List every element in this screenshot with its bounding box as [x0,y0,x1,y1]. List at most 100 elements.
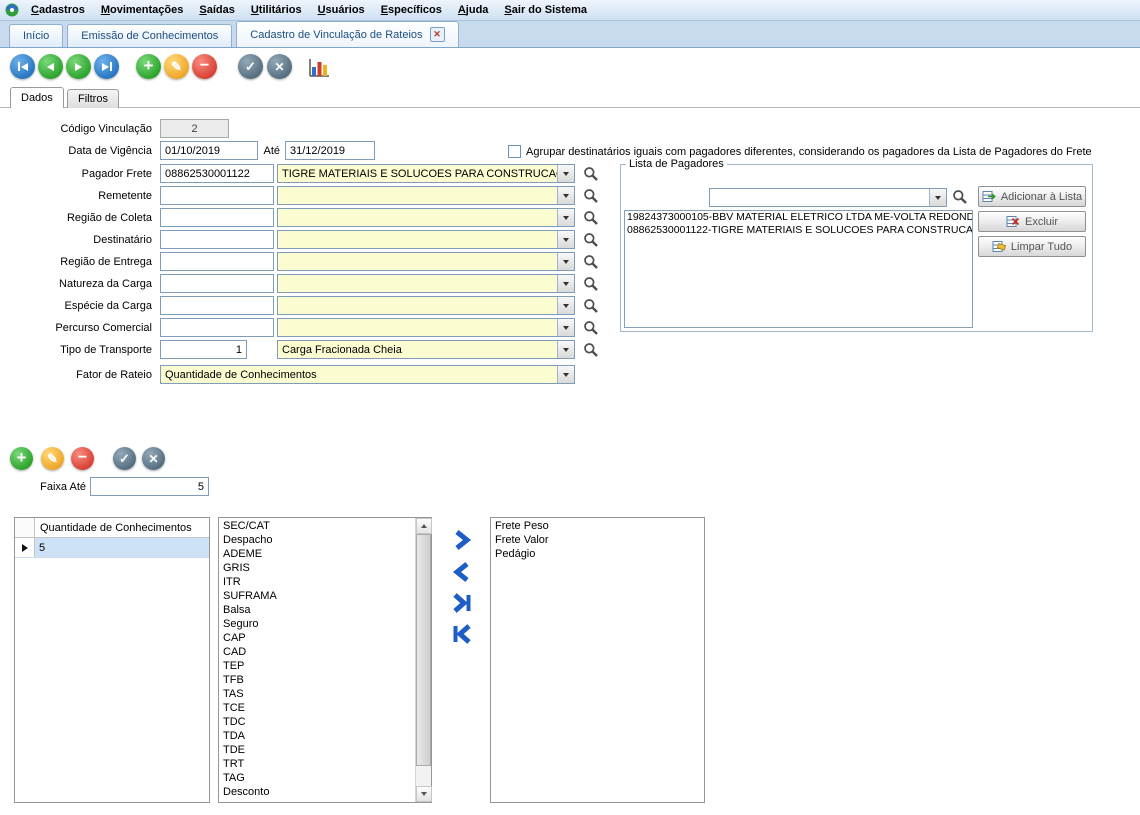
move-left-button[interactable] [449,559,475,584]
data-vigencia-to-field[interactable]: 31/12/2019 [285,141,375,160]
tab-inicio[interactable]: Início [9,24,63,47]
dropdown-button[interactable] [929,189,946,206]
chart-button[interactable] [306,53,332,80]
list-item[interactable]: TDE [220,743,414,757]
adicionar-a-lista-button[interactable]: Adicionar à Lista [978,186,1086,207]
tab-emissao-de-conhecimentos[interactable]: Emissão de Conhecimentos [67,24,232,47]
list-item[interactable]: Balsa [220,603,414,617]
dropdown-button[interactable] [557,231,574,248]
tab-dados[interactable]: Dados [10,87,64,108]
list-item[interactable]: Pedágio [492,547,703,561]
list-item[interactable]: ITR [220,575,414,589]
move-all-left-button[interactable] [449,621,475,646]
search-icon[interactable] [583,254,599,270]
menu-item-especificos[interactable]: Específicos [373,2,450,19]
menu-item-cadastros[interactable]: Cadastros [23,2,93,19]
limpar-tudo-button[interactable]: Limpar Tudo [978,236,1086,257]
grid-header-cell[interactable]: Quantidade de Conhecimentos [35,518,209,537]
field-pagador-frete-combo[interactable]: TIGRE MATERIAIS E SOLUCOES PARA CONSTRUC… [277,164,575,183]
menu-item-ajuda[interactable]: Ajuda [450,2,497,19]
search-icon[interactable] [583,298,599,314]
tab-cadastro-de-vinculacao-de-rateios[interactable]: Cadastro de Vinculação de Rateios✕ [236,21,458,47]
next-record-button[interactable] [66,54,91,79]
dropdown-button[interactable] [557,366,574,383]
list-item[interactable]: Despacho [220,533,414,547]
insert-button[interactable]: + [136,54,161,79]
field-percurso-comercial-code[interactable] [160,318,274,337]
scroll-down-button[interactable] [416,786,432,802]
field-pagador-frete-code[interactable]: 08862530001122 [160,164,274,183]
field-especie-da-carga-code[interactable] [160,296,274,315]
dropdown-button[interactable] [557,253,574,270]
menu-item-usuarios[interactable]: Usuários [310,2,373,19]
list-item[interactable]: TDA [220,729,414,743]
search-icon[interactable] [583,320,599,336]
pagadores-list-item[interactable]: 08862530001122-TIGRE MATERIAIS E SOLUCOE… [625,224,972,237]
grid-row[interactable]: 5 [15,538,209,558]
close-icon[interactable]: ✕ [430,27,445,42]
field-regiao-de-entrega-code[interactable] [160,252,274,271]
menu-item-sair-do-sistema[interactable]: Sair do Sistema [496,2,595,19]
edit-button[interactable]: ✎ [164,54,189,79]
list-item[interactable]: Frete Peso [492,519,703,533]
list-item[interactable]: TAG [220,771,414,785]
scrollbar[interactable] [415,518,431,802]
list-item[interactable]: GRIS [220,561,414,575]
dropdown-button[interactable] [557,187,574,204]
field-regiao-de-entrega-combo[interactable] [277,252,575,271]
field-destinatario-combo[interactable] [277,230,575,249]
grid-cell[interactable]: 5 [35,538,209,557]
search-icon[interactable] [583,188,599,204]
move-all-right-button[interactable] [449,590,475,615]
confirm-button[interactable]: ✓ [238,54,263,79]
search-icon[interactable] [583,210,599,226]
fator-rateio-combo[interactable]: Quantidade de Conhecimentos [160,365,575,384]
search-icon[interactable] [583,342,599,358]
list-item[interactable]: ADEME [220,547,414,561]
list-item[interactable]: SUFRAMA [220,589,414,603]
dropdown-button[interactable] [557,275,574,292]
dropdown-button[interactable] [557,165,574,182]
list-item[interactable]: SEC/CAT [220,519,414,533]
pagadores-list-item[interactable]: 19824373000105-BBV MATERIAL ELETRICO LTD… [625,211,972,224]
detail-edit-button[interactable]: ✎ [41,447,64,470]
pagador-select-combo[interactable] [709,188,947,207]
field-percurso-comercial-combo[interactable] [277,318,575,337]
field-destinatario-code[interactable] [160,230,274,249]
field-natureza-da-carga-code[interactable] [160,274,274,293]
faixa-ate-field[interactable]: 5 [90,477,209,496]
field-especie-da-carga-combo[interactable] [277,296,575,315]
menu-item-utilitarios[interactable]: Utilitários [243,2,310,19]
dropdown-button[interactable] [557,319,574,336]
search-icon[interactable] [583,232,599,248]
detail-confirm-button[interactable]: ✓ [113,447,136,470]
field-tipo-de-transporte-code[interactable]: 1 [160,340,247,359]
dropdown-button[interactable] [557,297,574,314]
list-item[interactable]: TEP [220,659,414,673]
first-record-button[interactable] [10,54,35,79]
detail-cancel-button[interactable]: ✕ [142,447,165,470]
list-item[interactable]: CAP [220,631,414,645]
prior-record-button[interactable] [38,54,63,79]
list-item[interactable]: TRT [220,757,414,771]
dropdown-button[interactable] [557,341,574,358]
list-item[interactable]: TFB [220,673,414,687]
field-remetente-code[interactable] [160,186,274,205]
field-regiao-de-coleta-code[interactable] [160,208,274,227]
search-icon[interactable] [583,276,599,292]
search-icon[interactable] [952,189,968,205]
tab-filtros[interactable]: Filtros [67,89,119,108]
list-item[interactable]: CAD [220,645,414,659]
list-item[interactable]: Outros [220,799,414,801]
menu-item-saidas[interactable]: Saídas [191,2,242,19]
field-regiao-de-coleta-combo[interactable] [277,208,575,227]
excluir-button[interactable]: Excluir [978,211,1086,232]
field-remetente-combo[interactable] [277,186,575,205]
agrupar-checkbox[interactable] [508,145,521,158]
menu-item-movimentacoes[interactable]: Movimentações [93,2,192,19]
list-item[interactable]: TDC [220,715,414,729]
move-right-button[interactable] [449,527,475,552]
scrollbar-thumb[interactable] [416,534,431,766]
detail-insert-button[interactable]: + [10,447,33,470]
list-item[interactable]: Frete Valor [492,533,703,547]
